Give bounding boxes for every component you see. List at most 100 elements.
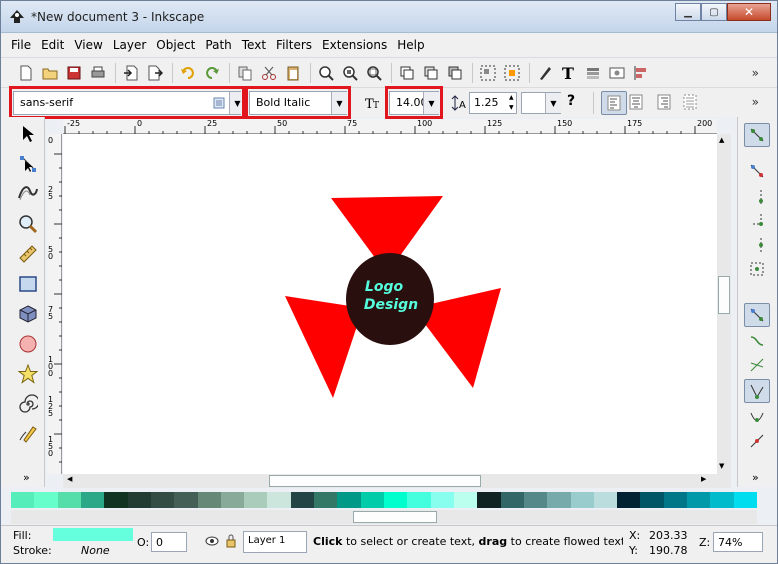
snap-bbox-edges-icon[interactable] [744, 185, 770, 209]
palette-swatch[interactable] [127, 492, 151, 508]
layer-lock-icon[interactable] [225, 534, 237, 551]
menu-path[interactable]: Path [205, 38, 231, 52]
print-icon[interactable] [87, 62, 109, 84]
snap-bbox-centers-icon[interactable] [744, 257, 770, 281]
snap-bbox-corners-icon[interactable] [744, 209, 770, 233]
palette-swatch[interactable] [244, 492, 268, 508]
palette-swatch[interactable] [197, 492, 221, 508]
snap-cusp-nodes-icon[interactable] [744, 379, 770, 403]
menu-edit[interactable]: Edit [41, 38, 64, 52]
export-icon[interactable] [144, 62, 166, 84]
paste-icon[interactable] [282, 62, 304, 84]
line-spacing-unit-dropdown[interactable]: ▼ [545, 93, 561, 113]
palette-swatch[interactable] [34, 492, 58, 508]
redo-icon[interactable] [201, 62, 223, 84]
layer-visibility-icon[interactable] [205, 534, 219, 551]
zoom-page-icon[interactable] [363, 62, 385, 84]
ungroup-icon[interactable] [501, 62, 523, 84]
toolbar2-overflow-icon[interactable]: » [752, 95, 759, 109]
palette-swatch[interactable] [407, 492, 431, 508]
horizontal-scrollbar[interactable]: ◀ ▶ [63, 474, 731, 488]
snap-intersections-icon[interactable] [744, 353, 770, 377]
minimize-button[interactable]: ▁ [675, 3, 701, 21]
palette-swatch[interactable] [174, 492, 198, 508]
menu-help[interactable]: Help [397, 38, 424, 52]
ellipse-tool-icon[interactable] [15, 331, 41, 357]
palette-swatch[interactable] [360, 492, 384, 508]
palette-swatch[interactable] [663, 492, 688, 508]
fill-swatch[interactable] [53, 528, 133, 541]
menu-layer[interactable]: Layer [113, 38, 146, 52]
palette-swatch[interactable] [710, 492, 734, 508]
snap-paths-icon[interactable] [744, 329, 770, 353]
maximize-button[interactable]: ▢ [701, 3, 727, 21]
snap-smooth-nodes-icon[interactable] [744, 405, 770, 429]
zoom-tool-icon[interactable] [15, 211, 41, 237]
horizontal-scroll-thumb[interactable] [269, 475, 481, 487]
scroll-right-icon[interactable]: ▶ [701, 475, 706, 483]
palette-scrollbar[interactable] [11, 510, 757, 524]
open-icon[interactable] [39, 62, 61, 84]
palette-swatch[interactable] [733, 492, 757, 508]
snap-midpoints-icon[interactable] [744, 429, 770, 453]
palette-swatch[interactable] [547, 492, 571, 508]
spiral-tool-icon[interactable] [15, 391, 41, 417]
measure-tool-icon[interactable] [15, 241, 41, 267]
scroll-down-icon[interactable]: ▼ [719, 462, 724, 470]
snap-bbox-icon[interactable] [744, 159, 770, 183]
tweak-tool-icon[interactable] [15, 179, 41, 205]
node-tool-icon[interactable] [15, 151, 41, 177]
menu-file[interactable]: File [11, 38, 31, 52]
xml-editor-icon[interactable] [606, 62, 628, 84]
palette-swatch[interactable] [267, 492, 291, 508]
save-icon[interactable] [63, 62, 85, 84]
copy-icon[interactable] [234, 62, 256, 84]
line-spacing-stepper[interactable]: ▲ ▼ [509, 93, 517, 113]
menu-filters[interactable]: Filters [276, 38, 312, 52]
selector-tool-icon[interactable] [15, 121, 41, 147]
snap-nodes-icon[interactable] [744, 303, 770, 327]
color-palette[interactable] [11, 492, 757, 508]
palette-swatch[interactable] [290, 492, 315, 508]
palette-swatch[interactable] [314, 492, 338, 508]
align-left-icon[interactable] [601, 91, 627, 115]
palette-swatch[interactable] [640, 492, 664, 508]
zoom-drawing-icon[interactable] [339, 62, 361, 84]
clone-icon[interactable] [420, 62, 442, 84]
undo-icon[interactable] [177, 62, 199, 84]
opacity-field[interactable]: 0 [151, 532, 187, 552]
palette-swatch[interactable] [523, 492, 548, 508]
import-icon[interactable] [120, 62, 142, 84]
close-button[interactable]: ✕ [727, 3, 771, 21]
palette-swatch[interactable] [384, 492, 408, 508]
align-right-icon[interactable] [657, 94, 671, 113]
cut-icon[interactable] [258, 62, 280, 84]
palette-scroll-thumb[interactable] [353, 511, 437, 523]
rectangle-tool-icon[interactable] [15, 271, 41, 297]
palette-swatch[interactable] [80, 492, 105, 508]
drawing-canvas[interactable]: Logo Design [63, 134, 717, 474]
help-icon[interactable]: ? [567, 93, 575, 109]
unlink-clone-icon[interactable] [444, 62, 466, 84]
palette-swatch[interactable] [593, 492, 618, 508]
group-icon[interactable] [477, 62, 499, 84]
palette-swatch[interactable] [430, 492, 454, 508]
align-distribute-icon[interactable] [630, 62, 652, 84]
zoom-selection-icon[interactable] [315, 62, 337, 84]
star-tool-icon[interactable] [15, 361, 41, 387]
menu-view[interactable]: View [74, 38, 102, 52]
3d-box-tool-icon[interactable] [15, 301, 41, 327]
zoom-field[interactable]: 74% [713, 532, 763, 552]
text-font-icon[interactable]: T [558, 62, 580, 84]
palette-swatch[interactable] [453, 492, 478, 508]
palette-swatch[interactable] [500, 492, 524, 508]
palette-swatch[interactable] [687, 492, 711, 508]
palette-swatch[interactable] [337, 492, 361, 508]
align-justify-icon[interactable] [683, 94, 697, 113]
duplicate-icon[interactable] [396, 62, 418, 84]
vertical-scrollbar[interactable]: ▲ ▼ [717, 134, 731, 474]
layers-icon[interactable] [582, 62, 604, 84]
menu-text[interactable]: Text [242, 38, 266, 52]
toolbar-overflow-icon[interactable]: » [752, 66, 759, 80]
vertical-scroll-thumb[interactable] [718, 276, 730, 314]
